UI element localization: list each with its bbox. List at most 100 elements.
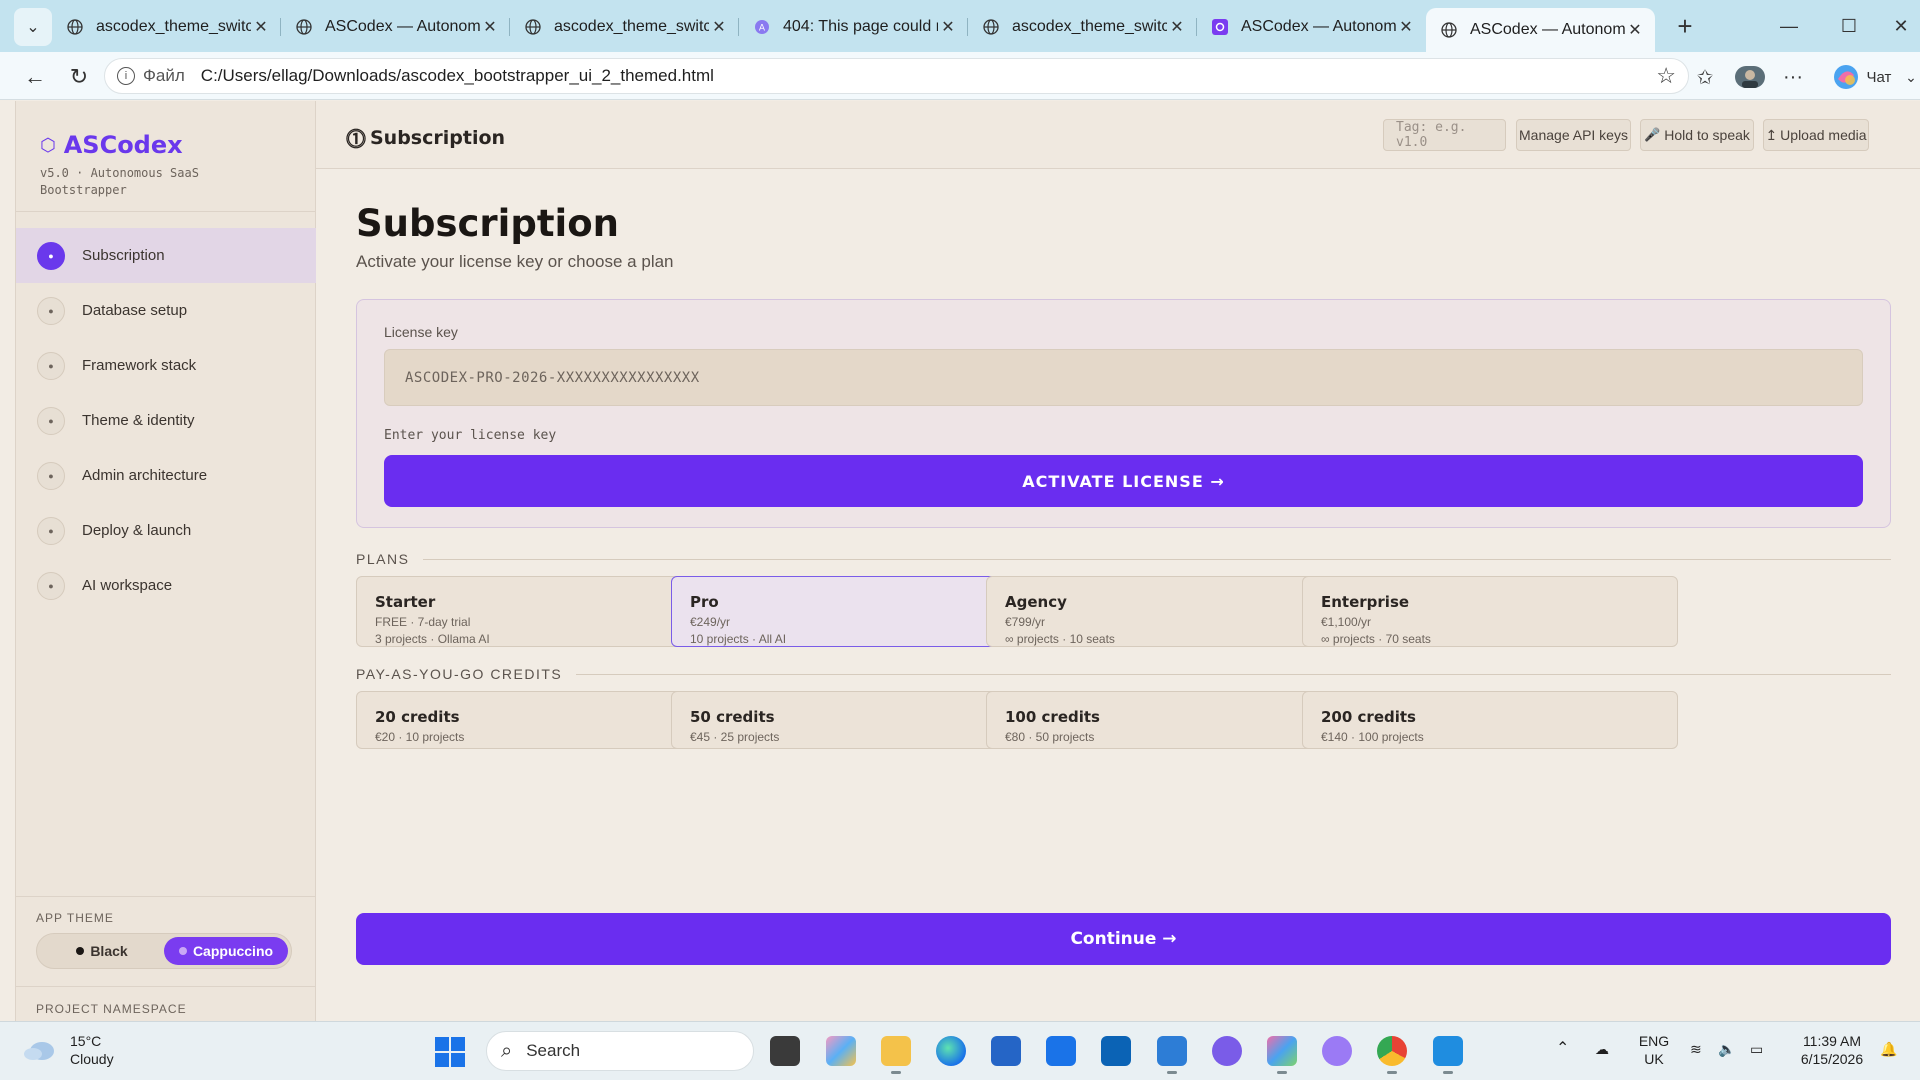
chevron-down-icon: ⌄ xyxy=(26,19,40,36)
protocol-label: Файл xyxy=(143,66,185,85)
browser-tab[interactable]: ASCodex — Autonomous ✕ xyxy=(281,9,510,45)
sidebar-item-ai-workspace[interactable]: ● AI workspace xyxy=(16,558,316,613)
sidebar-item-framework-stack[interactable]: ● Framework stack xyxy=(16,338,316,393)
close-icon[interactable]: ✕ xyxy=(251,17,271,37)
theme-option-label: Black xyxy=(90,943,128,959)
outlook-icon[interactable] xyxy=(1046,1036,1076,1066)
start-button[interactable] xyxy=(435,1037,465,1067)
minimize-button[interactable]: — xyxy=(1760,8,1818,44)
sidebar-item-deploy-launch[interactable]: ● Deploy & launch xyxy=(16,503,316,558)
maximize-button[interactable]: ☐ xyxy=(1820,8,1878,44)
dell-icon[interactable] xyxy=(1101,1036,1131,1066)
task-view-icon[interactable] xyxy=(770,1036,800,1066)
address-bar-row: ← ↻ i Файл C:/Users/ellag/Downloads/asco… xyxy=(0,52,1920,100)
close-icon[interactable]: ✕ xyxy=(1396,17,1416,37)
manage-api-keys-button[interactable]: Manage API keys xyxy=(1516,119,1631,151)
weather-widget[interactable]: 15°C Cloudy xyxy=(22,1032,114,1068)
plan-price: €1,100/yr xyxy=(1321,615,1372,629)
edge-browser-icon[interactable] xyxy=(936,1036,966,1066)
wifi-icon[interactable]: ≋ xyxy=(1690,1040,1702,1058)
language-indicator[interactable]: ENG UK xyxy=(1636,1032,1672,1068)
reload-button[interactable]: ↻ xyxy=(62,60,96,94)
browser-tab-bar: ⌄ ascodex_theme_switcher ✕ ASCodex — Aut… xyxy=(0,0,1920,52)
minimize-icon: — xyxy=(1780,15,1798,36)
tab-title: ASCodex — Autonomous xyxy=(1470,21,1625,38)
button-label: Manage API keys xyxy=(1519,127,1628,143)
close-icon[interactable]: ✕ xyxy=(1625,20,1645,40)
store-icon[interactable] xyxy=(991,1036,1021,1066)
app-icon[interactable] xyxy=(1322,1036,1352,1066)
copilot-app-icon[interactable] xyxy=(826,1036,856,1066)
tab-list-button[interactable]: ⌄ xyxy=(14,8,52,46)
browser-tab[interactable]: ascodex_theme_switcher ✕ xyxy=(52,9,281,45)
profile-avatar[interactable] xyxy=(1733,61,1767,93)
top-bar: ⓵ Subscription Tag: e.g. v1.0 Manage API… xyxy=(316,101,1920,169)
paint-icon[interactable] xyxy=(1267,1036,1297,1074)
notepad-icon[interactable] xyxy=(1157,1036,1187,1074)
address-bar[interactable]: i Файл C:/Users/ellag/Downloads/ascodex_… xyxy=(104,58,1689,94)
tab-title: ASCodex — Autonomous xyxy=(325,18,480,35)
url-text[interactable]: C:/Users/ellag/Downloads/ascodex_bootstr… xyxy=(201,66,714,86)
close-icon[interactable]: ✕ xyxy=(709,17,729,37)
theme-option-black[interactable]: Black xyxy=(40,937,164,965)
project-namespace-section: PROJECT NAMESPACE xyxy=(16,986,316,1016)
sidebar-item-theme-identity[interactable]: ● Theme & identity xyxy=(16,393,316,448)
sidebar-item-label: AI workspace xyxy=(82,577,173,594)
copilot-icon xyxy=(1833,65,1858,89)
hexagon-icon: ⬡ xyxy=(40,134,56,156)
plans-divider: PLANS xyxy=(356,551,1891,567)
copilot-button[interactable]: Чат xyxy=(1822,61,1902,93)
sidebar-item-subscription[interactable]: ● Subscription xyxy=(16,228,316,283)
clock-date: 6/15/2026 xyxy=(1800,1051,1864,1067)
chevron-down-icon[interactable]: ⌄ xyxy=(1902,61,1920,93)
browser-tab-active[interactable]: ASCodex — Autonomous ✕ xyxy=(1426,8,1655,52)
clock[interactable]: 11:39 AM 6/15/2026 xyxy=(1790,1032,1874,1068)
theme-toggle[interactable]: Black Cappuccino xyxy=(36,933,292,969)
step-dot-icon: ● xyxy=(37,461,65,490)
browser-tab[interactable]: ascodex_theme_switcher ✕ xyxy=(968,9,1197,45)
back-button[interactable]: ← xyxy=(18,60,52,94)
close-window-button[interactable]: ✕ xyxy=(1872,8,1920,44)
sidebar-item-label: Database setup xyxy=(82,302,188,319)
globe-icon xyxy=(66,18,84,36)
file-explorer-icon[interactable] xyxy=(881,1036,911,1074)
tag-input[interactable]: Tag: e.g. v1.0 xyxy=(1383,119,1506,151)
photos-icon[interactable] xyxy=(1433,1036,1463,1074)
info-icon[interactable]: i xyxy=(117,67,135,85)
close-icon[interactable]: ✕ xyxy=(480,17,500,37)
battery-icon[interactable]: ▭ xyxy=(1750,1040,1763,1058)
close-icon[interactable]: ✕ xyxy=(938,17,958,37)
onedrive-icon[interactable]: ☁ xyxy=(1595,1040,1609,1058)
project-namespace-caption: PROJECT NAMESPACE xyxy=(36,1002,187,1016)
upload-media-button[interactable]: ↥ Upload media xyxy=(1763,119,1869,151)
browser-tab[interactable]: ASCodex — Autonomous ✕ xyxy=(1197,9,1426,45)
hold-to-speak-button[interactable]: 🎤 Hold to speak xyxy=(1640,119,1754,151)
plan-card-enterprise[interactable]: Enterprise €1,100/yr ∞ projects · 70 sea… xyxy=(1302,576,1678,647)
star-icon[interactable]: ☆ xyxy=(1656,63,1676,89)
browser-tab[interactable]: ascodex_theme_switcher ✕ xyxy=(510,9,739,45)
close-icon[interactable]: ✕ xyxy=(1167,17,1187,37)
chevron-up-icon[interactable]: ⌃ xyxy=(1556,1040,1569,1058)
brand-logo[interactable]: ⬡ ASCodex xyxy=(40,131,315,159)
notification-icon[interactable]: 🔔 xyxy=(1880,1040,1897,1058)
license-key-input[interactable]: ASCODEX-PRO-2026-XXXXXXXXXXXXXXXX xyxy=(384,349,1863,406)
plans-caption: PLANS xyxy=(356,551,410,567)
sidebar-item-label: Admin architecture xyxy=(82,467,208,484)
volume-icon[interactable]: 🔈 xyxy=(1718,1040,1735,1058)
continue-button[interactable]: Continue → xyxy=(356,913,1891,965)
viber-icon[interactable] xyxy=(1212,1036,1242,1066)
activate-license-button[interactable]: ACTIVATE LICENSE → xyxy=(384,455,1863,507)
more-options-icon[interactable]: ··· xyxy=(1780,61,1806,93)
favorites-icon[interactable]: ✩ xyxy=(1690,61,1720,93)
maximize-icon: ☐ xyxy=(1840,15,1858,36)
new-tab-button[interactable]: + xyxy=(1663,8,1707,44)
theme-option-cappuccino[interactable]: Cappuccino xyxy=(164,937,288,965)
credit-pack-200[interactable]: 200 credits €140 · 100 projects xyxy=(1302,691,1678,749)
chrome-icon[interactable] xyxy=(1377,1036,1407,1074)
browser-tab[interactable]: A 404: This page could not ✕ xyxy=(739,9,968,45)
black-dot-icon xyxy=(76,947,85,955)
taskbar-search[interactable]: ⌕ Search xyxy=(486,1031,754,1071)
sidebar-item-admin-architecture[interactable]: ● Admin architecture xyxy=(16,448,316,503)
sidebar-item-database-setup[interactable]: ● Database setup xyxy=(16,283,316,338)
button-label: Hold to speak xyxy=(1664,127,1750,143)
